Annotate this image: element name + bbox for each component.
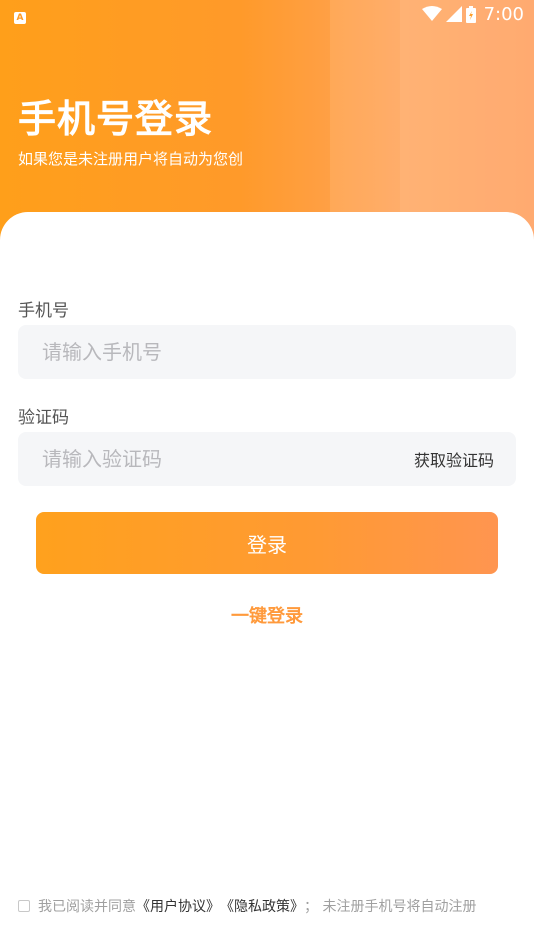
page-title: 手机号登录 [18, 97, 214, 141]
one-key-login-link[interactable]: 一键登录 [0, 602, 534, 628]
signal-icon [445, 6, 462, 22]
phone-label: 手机号 [18, 301, 69, 321]
notification-a-icon: A [14, 11, 26, 24]
agreement-prefix: 我已阅读并同意 [38, 899, 136, 915]
phone-input-box[interactable] [18, 325, 516, 379]
login-button[interactable]: 登录 [36, 512, 498, 574]
agreement-checkbox[interactable] [18, 900, 30, 912]
status-bar: A 7:00 [0, 0, 534, 28]
status-time: 7:00 [483, 3, 524, 25]
wifi-icon [421, 6, 442, 21]
agreement-row: 我已阅读并同意 《用户协议》 《隐私政策》 ； 未注册手机号将自动注册 [18, 896, 476, 916]
page-subtitle: 如果您是未注册用户将自动为您创 [18, 150, 244, 168]
battery-icon [465, 5, 476, 23]
phone-input[interactable] [40, 339, 384, 365]
privacy-policy-link[interactable]: 《隐私政策》 [220, 896, 304, 916]
status-right: 7:00 [421, 3, 524, 25]
code-input[interactable] [40, 446, 384, 472]
get-code-button[interactable]: 获取验证码 [414, 432, 494, 486]
user-agreement-link[interactable]: 《用户协议》 [136, 896, 220, 916]
code-input-box[interactable]: 获取验证码 [18, 432, 516, 486]
code-label: 验证码 [18, 408, 69, 428]
agreement-suffix: ； 未注册手机号将自动注册 [304, 899, 477, 915]
login-card: 手机号 验证码 获取验证码 登录 一键登录 我已阅读并同意 《用户协议》 《隐私… [0, 212, 534, 950]
status-left: A [14, 5, 26, 24]
